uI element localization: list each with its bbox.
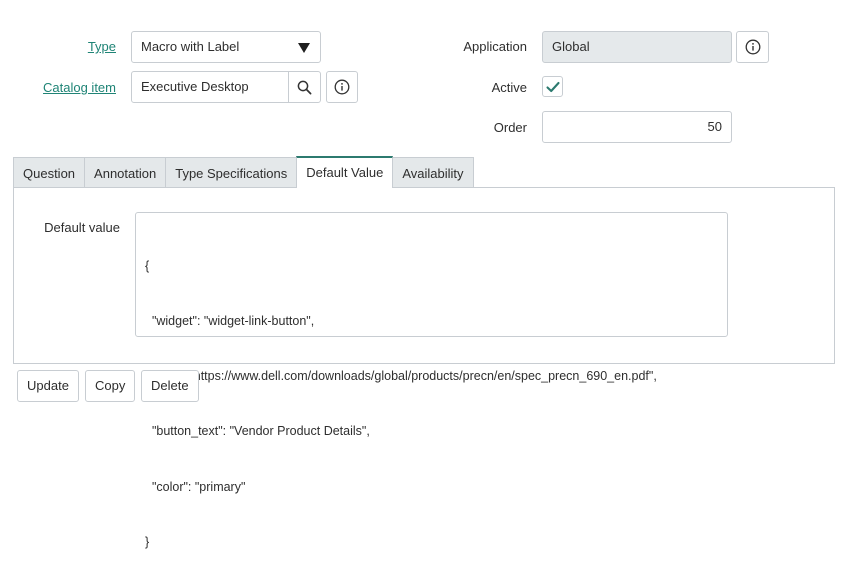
tab-default-value[interactable]: Default Value: [296, 156, 394, 188]
active-label-text: Active: [491, 80, 527, 95]
default-value-line: "color": "primary": [145, 479, 246, 494]
application-value: Global: [552, 39, 590, 54]
info-icon: [745, 39, 760, 55]
delete-button-label: Delete: [151, 378, 189, 393]
default-value-line: }: [145, 534, 150, 549]
order-input[interactable]: 50: [542, 111, 732, 143]
default-value-line: "button_text": "Vendor Product Details",: [145, 424, 370, 439]
tab-type-specifications[interactable]: Type Specifications: [165, 157, 298, 188]
catalog-item-input[interactable]: Executive Desktop: [131, 71, 289, 103]
type-label[interactable]: Type: [40, 39, 116, 55]
application-field: Global: [542, 31, 732, 63]
tab-question-label: Question: [23, 166, 76, 181]
tab-annotation-label: Annotation: [94, 166, 157, 181]
copy-button[interactable]: Copy: [85, 370, 136, 402]
tab-type-specifications-label: Type Specifications: [175, 166, 288, 181]
default-value-line: "widget": "widget-link-button",: [145, 314, 315, 329]
default-value-line: {: [145, 258, 150, 273]
active-label: Active: [440, 80, 527, 96]
type-select[interactable]: Macro with Label: [131, 31, 321, 63]
dropdown-arrow-icon: [298, 43, 310, 53]
default-value-textarea[interactable]: { "widget": "widget-link-button", "href"…: [135, 212, 728, 549]
active-checkbox[interactable]: [542, 76, 563, 97]
type-label-link[interactable]: Type: [88, 39, 116, 54]
tab-availability-label: Availability: [402, 166, 464, 181]
default-value-label-text: Default value: [44, 220, 120, 235]
tab-availability[interactable]: Availability: [392, 157, 474, 188]
order-label: Order: [440, 120, 527, 136]
tab-annotation[interactable]: Annotation: [84, 157, 167, 188]
delete-button[interactable]: Delete: [141, 370, 199, 402]
application-info-button[interactable]: [736, 31, 769, 63]
application-label-text: Application: [463, 39, 527, 54]
catalog-item-label[interactable]: Catalog item: [20, 80, 116, 96]
checkmark-icon: [545, 81, 560, 92]
update-button[interactable]: Update: [17, 370, 79, 402]
section-tabs: Question Annotation Type Specifications …: [13, 156, 474, 188]
default-value-label: Default value: [30, 220, 120, 236]
application-label: Application: [420, 39, 527, 55]
default-value-line: "href": "https://www.dell.com/downloads/…: [145, 369, 657, 384]
catalog-item-info-button[interactable]: [326, 71, 358, 103]
catalog-item-value: Executive Desktop: [141, 79, 249, 94]
tab-default-value-label: Default Value: [306, 165, 384, 180]
search-icon: [297, 80, 312, 94]
catalog-item-label-link[interactable]: Catalog item: [43, 80, 116, 95]
order-value: 50: [707, 119, 722, 134]
type-select-value: Macro with Label: [141, 39, 240, 54]
info-icon: [334, 79, 350, 95]
tab-question[interactable]: Question: [13, 157, 86, 188]
catalog-item-lookup-button[interactable]: [288, 71, 321, 103]
copy-button-label: Copy: [95, 378, 126, 393]
order-label-text: Order: [493, 120, 527, 135]
update-button-label: Update: [27, 378, 69, 393]
